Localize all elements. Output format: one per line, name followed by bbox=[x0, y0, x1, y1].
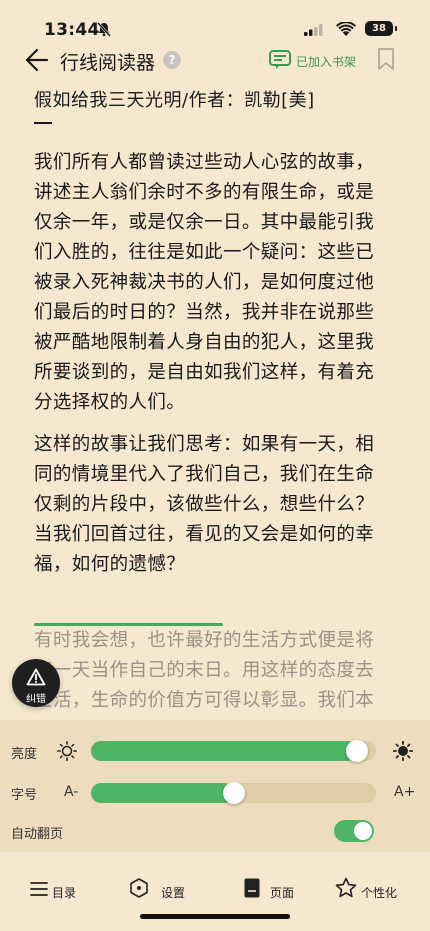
list-icon bbox=[30, 882, 48, 896]
page-icon bbox=[244, 878, 260, 898]
text-line: 所要谈到的，是自由如我们这样，有着充 bbox=[34, 362, 375, 383]
warning-icon bbox=[26, 668, 46, 686]
font-size-slider[interactable] bbox=[91, 782, 376, 804]
text-line: 我们所有人都曾读过些动人心弦的故事， bbox=[34, 152, 375, 173]
brightness-high-icon bbox=[393, 741, 413, 761]
text-line: 被录入死神裁决书的人们，是如何度过他 bbox=[34, 272, 375, 293]
star-icon bbox=[335, 877, 357, 898]
brightness-label: 亮度 bbox=[11, 747, 38, 762]
font-size-label: 字号 bbox=[11, 788, 38, 803]
nav-bar: 行线阅读器 ? 已加入书架 bbox=[0, 42, 430, 80]
paragraph-faded: 有时我会想，也许最好的生活方式便是将 每一天当作自己的末日。用这样的态度去 生活… bbox=[34, 626, 404, 716]
text-line: 分选择权的人们。 bbox=[34, 392, 186, 413]
error-report-label: 纠错 bbox=[26, 694, 46, 705]
auto-page-turn-label: 自动翻页 bbox=[11, 827, 64, 842]
status-time: 13:44 bbox=[44, 20, 100, 40]
text-line: 有时我会想，也许最好的生活方式便是将 bbox=[34, 630, 375, 651]
brightness-slider[interactable] bbox=[91, 740, 376, 762]
font-increase-button[interactable]: A+ bbox=[394, 784, 415, 800]
text-line: 生活，生命的价值方可得以彰显。我们本 bbox=[34, 690, 375, 711]
help-icon[interactable]: ? bbox=[163, 51, 181, 69]
brightness-knob[interactable] bbox=[346, 740, 368, 762]
reader-settings-panel: 亮度 字号 A- A+ 自动翻页 bbox=[0, 720, 430, 852]
muted-bell-icon bbox=[97, 22, 111, 37]
text-line: 被严酷地限制着人身自由的犯人，这里我 bbox=[34, 332, 375, 353]
font-size-knob[interactable] bbox=[223, 782, 245, 804]
battery-level: 38 bbox=[372, 23, 386, 34]
brightness-fill bbox=[91, 741, 357, 761]
wifi-icon bbox=[336, 22, 356, 36]
status-bar: 13:44 38 bbox=[0, 0, 430, 42]
home-indicator bbox=[140, 914, 290, 919]
tab-label: 目录 bbox=[52, 886, 77, 900]
auto-page-turn-toggle[interactable] bbox=[334, 820, 374, 842]
app-title: 行线阅读器 bbox=[60, 52, 156, 74]
text-line: 仅余一年，或是仅余一日。其中最能引我 bbox=[34, 212, 375, 233]
error-report-button[interactable]: 纠错 bbox=[12, 659, 60, 707]
hexagon-settings-icon bbox=[130, 878, 148, 898]
reading-content[interactable]: 假如给我三天光明/作者：凯勒[美] 我们所有人都曾读过些动人心弦的故事， 讲述主… bbox=[0, 80, 430, 720]
font-decrease-button[interactable]: A- bbox=[64, 784, 78, 800]
bookshelf-added-icon[interactable] bbox=[268, 49, 294, 71]
added-to-shelf-label[interactable]: 已加入书架 bbox=[296, 53, 356, 70]
brightness-low-icon bbox=[57, 741, 77, 761]
tab-label: 个性化 bbox=[361, 886, 398, 900]
text-line: 这样的故事让我们思考：如果有一天，相 bbox=[34, 434, 375, 455]
back-arrow-icon[interactable] bbox=[25, 47, 49, 73]
paragraph: 这样的故事让我们思考：如果有一天，相 同的情境里代入了我们自己，我们在生命 仅剩… bbox=[34, 430, 404, 580]
bookmark-icon[interactable] bbox=[377, 47, 395, 71]
text-line: 同的情境里代入了我们自己，我们在生命 bbox=[34, 464, 375, 485]
battery-icon: 38 bbox=[365, 21, 393, 36]
text-line: 们最后的时日的？当然，我并非在说那些 bbox=[34, 302, 375, 323]
tab-label: 设置 bbox=[161, 886, 186, 900]
book-title: 假如给我三天光明/作者：凯勒[美] bbox=[34, 90, 315, 111]
text-line: 们入胜的，往往是如此一个疑问：这些已 bbox=[34, 242, 375, 263]
paragraph: 我们所有人都曾读过些动人心弦的故事， 讲述主人翁们余时不多的有限生命，或是 仅余… bbox=[34, 148, 404, 418]
text-line: 当我们回首过往，看见的又会是如何的幸 bbox=[34, 524, 375, 545]
bottom-tab-bar: 目录 设置 页面 个性化 bbox=[0, 852, 430, 931]
text-line: 仅剩的片段中，该做些什么，想些什么？ bbox=[34, 494, 375, 515]
tab-label: 页面 bbox=[270, 886, 295, 900]
toggle-knob bbox=[354, 822, 372, 840]
title-dash bbox=[34, 122, 52, 124]
text-line: 福，如何的遗憾？ bbox=[34, 554, 186, 575]
text-line: 每一天当作自己的末日。用这样的态度去 bbox=[34, 660, 375, 681]
text-line: 讲述主人翁们余时不多的有限生命，或是 bbox=[34, 182, 375, 203]
cellular-signal-icon bbox=[304, 24, 323, 36]
font-size-fill bbox=[91, 783, 234, 803]
